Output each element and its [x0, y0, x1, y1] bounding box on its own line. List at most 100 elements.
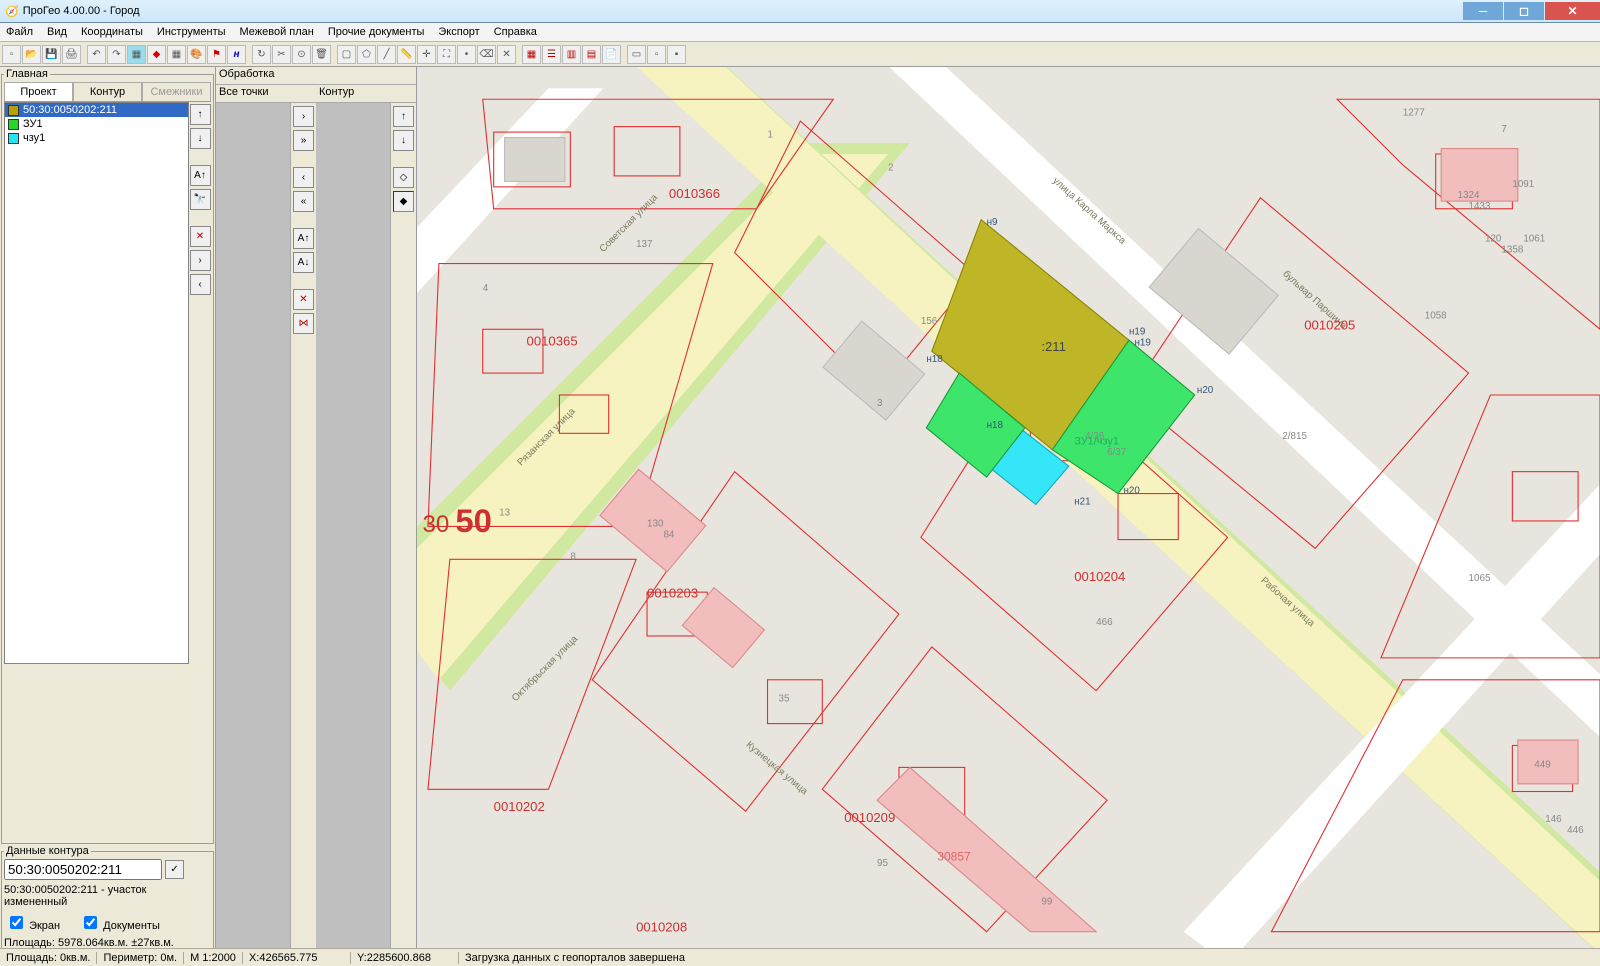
pts-back-icon[interactable]: ‹	[293, 167, 314, 188]
pts-forward-all-icon[interactable]: »	[293, 130, 314, 151]
svg-text:0010209: 0010209	[844, 810, 895, 825]
pts-back-all-icon[interactable]: «	[293, 191, 314, 212]
menu-file[interactable]: Файл	[6, 26, 33, 38]
tb-cut-icon[interactable]: ✂	[272, 45, 291, 64]
sort-asc-icon[interactable]: A↑	[190, 165, 211, 186]
svg-text:1324: 1324	[1458, 190, 1480, 201]
tb-grid2-icon[interactable]: ▥	[562, 45, 581, 64]
main-group-title: Главная	[4, 68, 50, 80]
menu-help[interactable]: Справка	[494, 26, 537, 38]
svg-text:146: 146	[1545, 814, 1562, 825]
cnt-tool-icon[interactable]: ◆	[393, 191, 414, 212]
pts-del-icon[interactable]: ✕	[293, 289, 314, 310]
tb-new-icon[interactable]: ▫	[2, 45, 21, 64]
cancel-sel-icon[interactable]: ✕	[190, 226, 211, 247]
tb-flag-icon[interactable]: ⚑	[207, 45, 226, 64]
tb-open-icon[interactable]: 📂	[22, 45, 41, 64]
tb-bounds-icon[interactable]: ⛶	[437, 45, 456, 64]
pts-del-all-icon[interactable]: ⋈	[293, 313, 314, 334]
svg-text:н20: н20	[1124, 486, 1141, 497]
confirm-contour-button[interactable]: ✓	[165, 860, 184, 879]
next-icon[interactable]: ›	[190, 250, 211, 271]
menu-tools[interactable]: Инструменты	[157, 26, 226, 38]
pts-forward-icon[interactable]: ›	[293, 106, 314, 127]
zoom-target-icon[interactable]: 🔭	[190, 189, 211, 210]
pts-sort-asc-icon[interactable]: A↑	[293, 228, 314, 249]
tb-extra3-icon[interactable]: ▪	[667, 45, 686, 64]
cnt-up-icon[interactable]: ↑	[393, 106, 414, 127]
svg-text:1: 1	[768, 130, 773, 141]
project-item[interactable]: ЗУ1	[5, 117, 188, 131]
contour-pts-header: Контур	[316, 85, 416, 103]
tb-grid-icon[interactable]: ▦	[167, 45, 186, 64]
window-maximize[interactable]: ◻	[1504, 2, 1544, 20]
main-group: Главная Проект Контур Смежники 50:30:005…	[1, 68, 214, 844]
svg-text:35: 35	[778, 694, 789, 705]
tb-extra1-icon[interactable]: ▭	[627, 45, 646, 64]
tb-italic-icon[interactable]: н	[227, 45, 246, 64]
tb-redo-icon[interactable]: ↷	[107, 45, 126, 64]
project-item[interactable]: чзу1	[5, 131, 188, 145]
tb-rotate-icon[interactable]: ↻	[252, 45, 271, 64]
window-minimize[interactable]: ─	[1463, 2, 1503, 20]
status-scale: М 1:2000	[184, 952, 243, 964]
tb-doc-icon[interactable]: 📄	[602, 45, 621, 64]
menu-export[interactable]: Экспорт	[438, 26, 479, 38]
menu-coords[interactable]: Координаты	[81, 26, 143, 38]
tb-line-icon[interactable]: ╱	[377, 45, 396, 64]
prev-icon[interactable]: ‹	[190, 274, 211, 295]
check-screen[interactable]: Экран	[6, 913, 60, 932]
main-toolbar: ▫ 📂 💾 🖨 ↶ ↷ ▦ ◆ ▦ 🎨 ⚑ н ↻ ✂ ⊙ 🗑 ▢ ⬠ ╱ 📏 …	[0, 42, 1600, 67]
tb-undo-icon[interactable]: ↶	[87, 45, 106, 64]
tb-form-icon[interactable]: ▤	[582, 45, 601, 64]
tb-print-icon[interactable]: 🖨	[62, 45, 81, 64]
tb-point-icon[interactable]: •	[457, 45, 476, 64]
project-side-buttons: ↑ ↓ A↑ 🔭 ✕ › ‹	[189, 102, 211, 664]
tb-extra2-icon[interactable]: ▫	[647, 45, 666, 64]
tb-layers-icon[interactable]: ▦	[127, 45, 146, 64]
tb-polygon-icon[interactable]: ⬠	[357, 45, 376, 64]
svg-text:130: 130	[647, 518, 664, 529]
tb-palette-icon[interactable]: 🎨	[187, 45, 206, 64]
svg-text:0010208: 0010208	[636, 920, 687, 935]
tab-project[interactable]: Проект	[4, 82, 73, 101]
contour-data-title: Данные контура	[4, 845, 91, 857]
menu-plan[interactable]: Межевой план	[240, 26, 314, 38]
tb-list-icon[interactable]: ☰	[542, 45, 561, 64]
tb-cross-icon[interactable]: ✕	[497, 45, 516, 64]
cnt-flip-icon[interactable]: ◇	[393, 167, 414, 188]
menu-other[interactable]: Прочие документы	[328, 26, 425, 38]
tb-table-icon[interactable]: ▦	[522, 45, 541, 64]
contour-id-input[interactable]	[4, 859, 162, 880]
left-panel: Главная Проект Контур Смежники 50:30:005…	[0, 67, 216, 953]
tb-square-icon[interactable]: ▢	[337, 45, 356, 64]
all-points-list[interactable]	[216, 103, 290, 953]
cnt-down-icon[interactable]: ↓	[393, 130, 414, 151]
tb-trash-icon[interactable]: 🗑	[312, 45, 331, 64]
svg-text:1277: 1277	[1403, 108, 1425, 119]
menu-view[interactable]: Вид	[47, 26, 67, 38]
svg-text:0010202: 0010202	[494, 799, 545, 814]
tab-contour[interactable]: Контур	[73, 82, 142, 101]
processing-title: Обработка	[216, 67, 416, 85]
tb-snap-icon[interactable]: ✛	[417, 45, 436, 64]
svg-text:137: 137	[636, 239, 652, 250]
tb-erase-icon[interactable]: ⌫	[477, 45, 496, 64]
tb-centroid-icon[interactable]: ⊙	[292, 45, 311, 64]
svg-text:Кузнецкая улица: Кузнецкая улица	[744, 739, 810, 797]
tb-ruler-icon[interactable]: 📏	[397, 45, 416, 64]
window-close[interactable]: ✕	[1545, 2, 1600, 20]
move-up-icon[interactable]: ↑	[190, 104, 211, 125]
svg-text:156: 156	[921, 316, 938, 327]
tb-save-icon[interactable]: 💾	[42, 45, 61, 64]
pts-sort-desc-icon[interactable]: A↓	[293, 252, 314, 273]
tab-neighbors[interactable]: Смежники	[142, 82, 211, 101]
project-list[interactable]: 50:30:0050202:211ЗУ1чзу1	[4, 102, 189, 664]
contour-pts-list[interactable]	[316, 103, 390, 953]
move-down-icon[interactable]: ↓	[190, 128, 211, 149]
check-docs[interactable]: Документы	[80, 913, 160, 932]
map-canvas[interactable]: :211 ЗУ1/чзу1 50 30 Советская улицаРязан…	[417, 67, 1600, 953]
svg-text:4: 4	[483, 283, 489, 294]
tb-colors-icon[interactable]: ◆	[147, 45, 166, 64]
project-item[interactable]: 50:30:0050202:211	[5, 103, 188, 117]
